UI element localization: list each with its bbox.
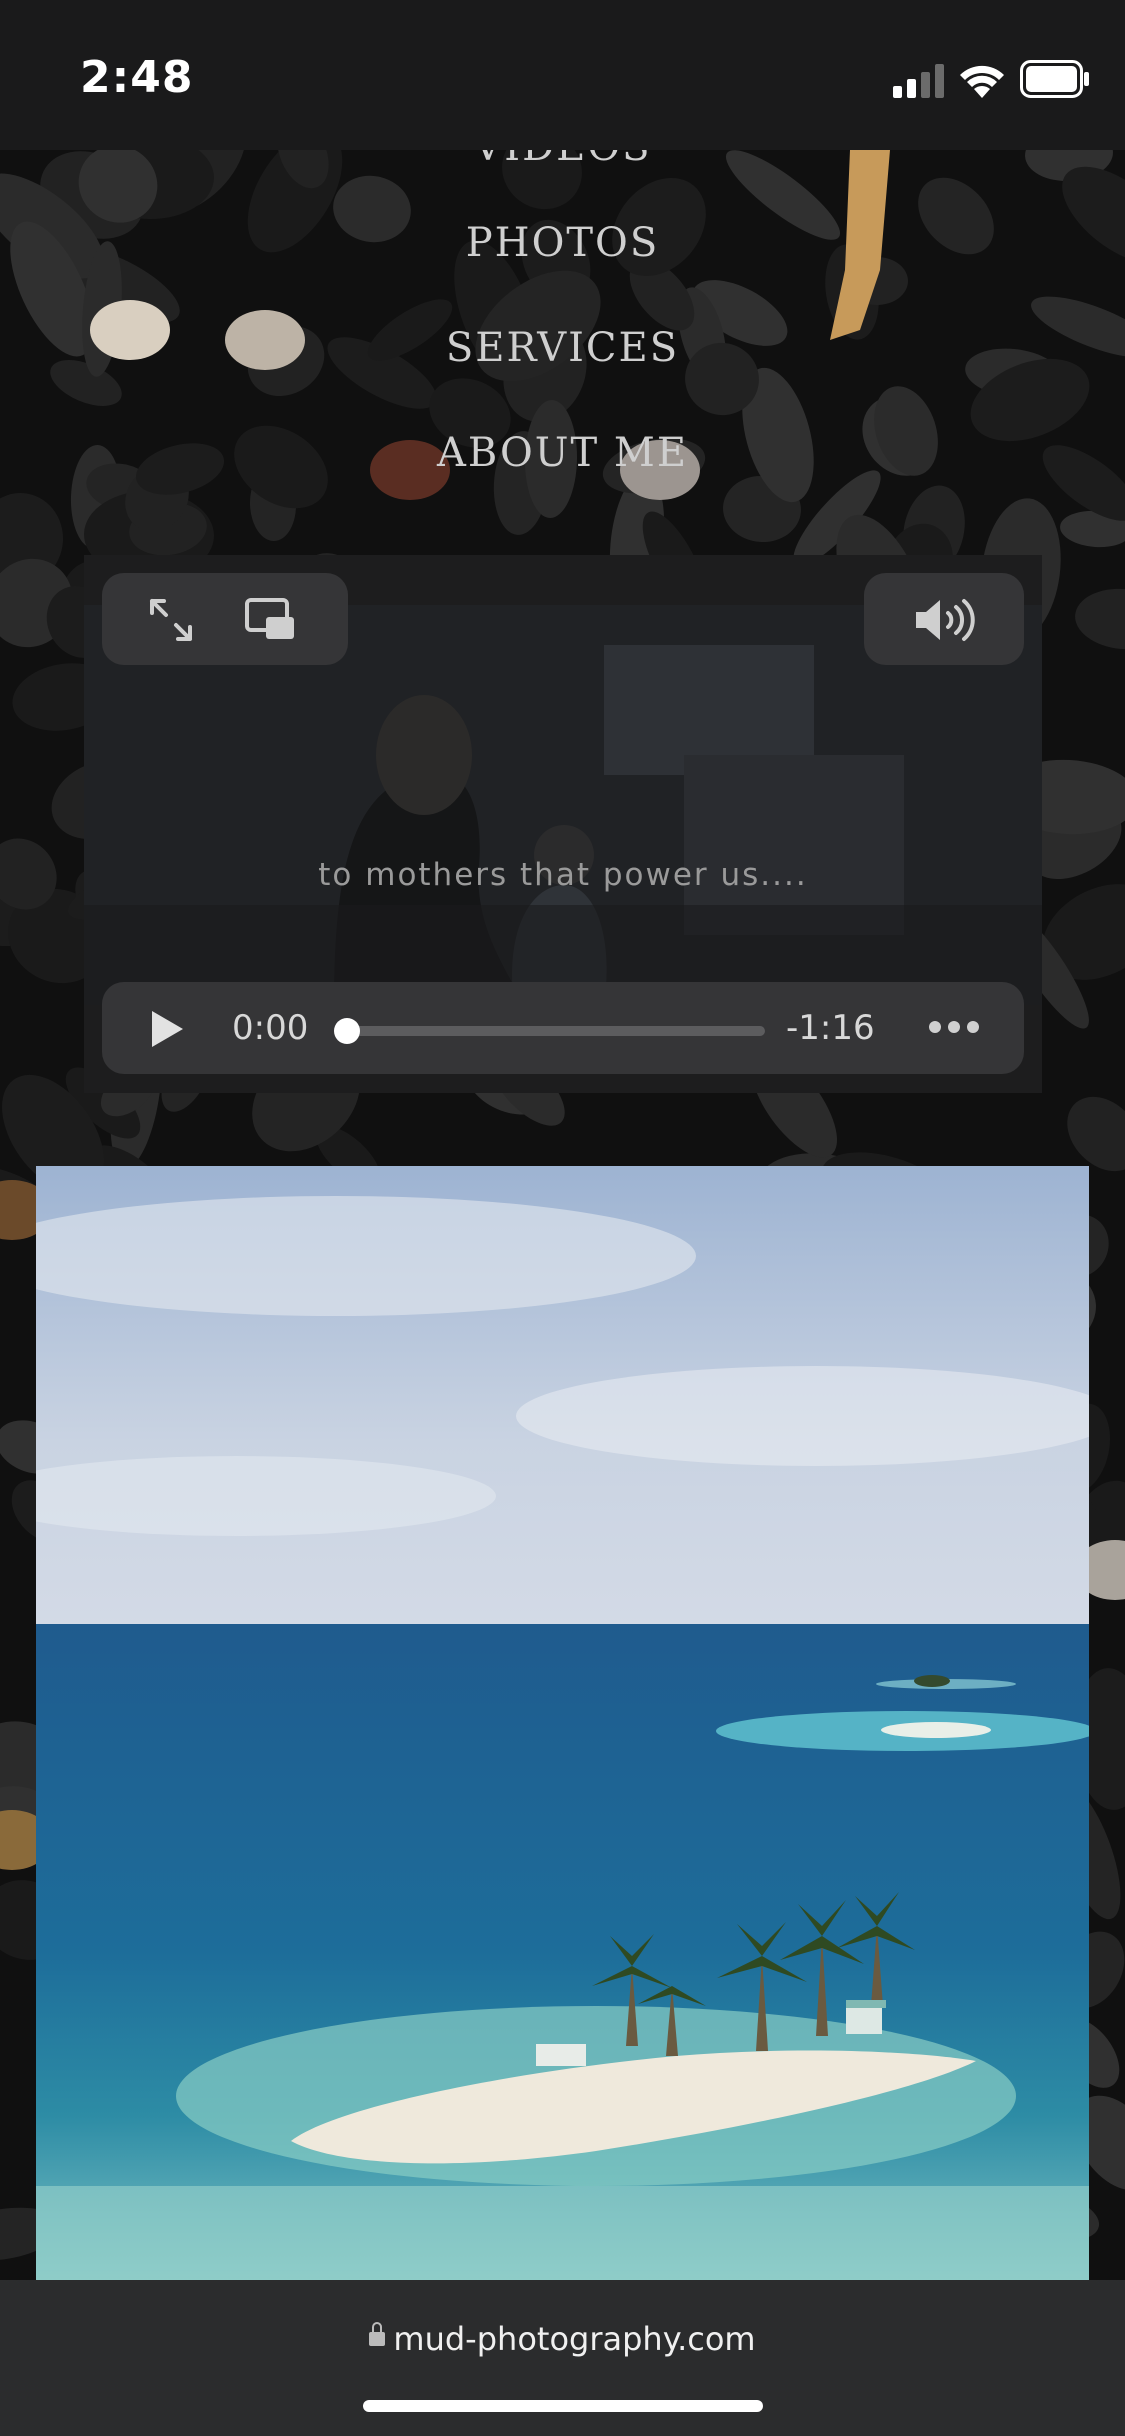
progress-knob[interactable]	[334, 1018, 360, 1044]
picture-in-picture-icon[interactable]	[244, 595, 298, 645]
menu-item-services[interactable]: SERVICES	[0, 325, 1125, 371]
status-bar: 2:48	[0, 0, 1125, 150]
lock-icon	[369, 2322, 386, 2346]
pebble	[1075, 588, 1125, 650]
browser-url-bar[interactable]: mud-photography.com	[0, 2280, 1125, 2436]
video-volume-control[interactable]	[864, 573, 1024, 665]
more-icon[interactable]	[928, 1020, 980, 1034]
video-playbar: 0:00 -1:16	[102, 982, 1024, 1074]
url-field[interactable]: mud-photography.com	[0, 2320, 1125, 2358]
island-photo	[36, 1166, 1089, 2280]
cellular-signal-icon	[893, 64, 944, 98]
progress-track[interactable]	[334, 1018, 765, 1044]
video-player[interactable]: to mothers that power us.... 0:00 -1:16	[84, 555, 1042, 1093]
url-text: mud-photography.com	[393, 2320, 756, 2358]
home-indicator[interactable]	[363, 2400, 763, 2412]
menu-item-about-me[interactable]: ABOUT ME	[0, 430, 1125, 476]
battery-icon	[1020, 60, 1089, 98]
wifi-icon	[960, 65, 1004, 98]
fullscreen-icon[interactable]	[146, 595, 196, 645]
video-frame[interactable]: to mothers that power us....	[84, 605, 1042, 1005]
remaining-time: -1:16	[786, 1008, 875, 1048]
site-menu: VIDEOS PHOTOS SERVICES ABOUT ME	[0, 124, 1125, 550]
video-caption: to mothers that power us....	[318, 857, 808, 893]
status-time: 2:48	[80, 52, 194, 103]
volume-icon[interactable]	[912, 595, 982, 645]
current-time: 0:00	[232, 1008, 309, 1048]
menu-item-photos[interactable]: PHOTOS	[0, 220, 1125, 266]
video-top-controls	[102, 573, 348, 665]
play-icon[interactable]	[148, 1008, 186, 1050]
video-still-image	[84, 605, 1042, 1005]
